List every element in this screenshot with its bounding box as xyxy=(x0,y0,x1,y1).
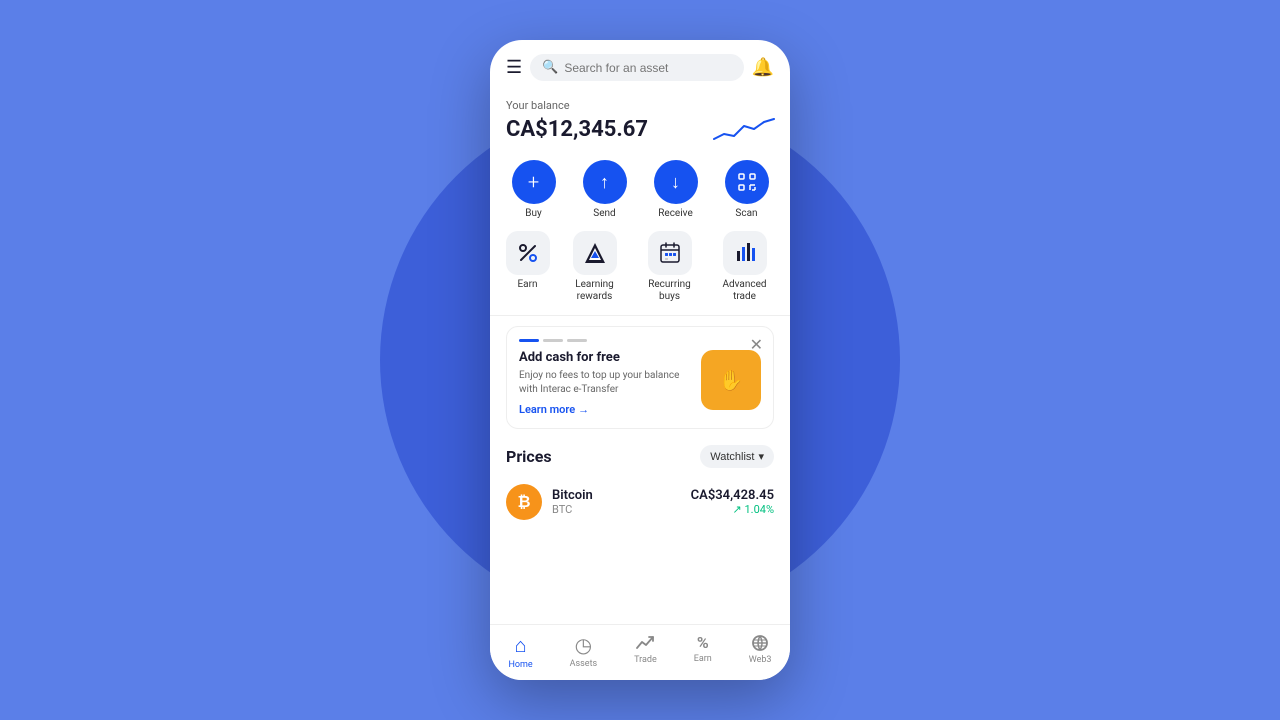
web3-label: Web3 xyxy=(749,655,772,665)
earn-label: Earn xyxy=(517,279,537,291)
assets-label: Assets xyxy=(570,659,598,669)
bitcoin-name: Bitcoin xyxy=(552,488,681,503)
nav-earn[interactable]: % Earn xyxy=(694,633,712,670)
balance-amount: CA$12,345.67 xyxy=(506,117,648,142)
earn-nav-icon: % xyxy=(697,633,709,652)
dot-1 xyxy=(519,339,539,342)
buy-action[interactable]: + Buy xyxy=(512,160,556,219)
bitcoin-price: CA$34,428.45 xyxy=(691,488,774,503)
arrow-icon: → xyxy=(578,403,589,416)
search-bar[interactable]: 🔍 xyxy=(530,54,743,81)
recurring-buys-icon xyxy=(648,231,692,275)
menu-icon[interactable]: ☰ xyxy=(506,57,522,78)
bitcoin-change: ↗ 1.04% xyxy=(691,503,774,516)
recurring-buys-label: Recurring buys xyxy=(640,279,700,303)
learning-rewards-label: Learning rewards xyxy=(565,279,625,303)
search-input[interactable] xyxy=(564,61,731,75)
advanced-trade-icon xyxy=(723,231,767,275)
trade-icon xyxy=(635,633,655,653)
balance-label: Your balance xyxy=(506,99,774,112)
interac-logo: ✋ xyxy=(701,350,761,410)
app-header: ☰ 🔍 🔔 xyxy=(490,40,790,91)
nav-web3[interactable]: Web3 xyxy=(749,633,772,670)
trade-label: Trade xyxy=(634,655,657,665)
home-icon: ⌂ xyxy=(515,633,527,658)
notification-icon[interactable]: 🔔 xyxy=(752,57,774,78)
promo-description: Enjoy no fees to top up your balance wit… xyxy=(519,369,693,397)
nav-assets[interactable]: ◷ Assets xyxy=(570,633,598,670)
advanced-trade-action[interactable]: Advanced trade xyxy=(715,231,775,303)
promo-close-button[interactable]: ✕ xyxy=(750,337,763,353)
scan-action[interactable]: Scan xyxy=(725,160,769,219)
scan-label: Scan xyxy=(735,208,757,219)
buy-label: Buy xyxy=(525,208,541,219)
receive-action[interactable]: ↓ Receive xyxy=(654,160,698,219)
buy-icon: + xyxy=(512,160,556,204)
earn-nav-label: Earn xyxy=(694,654,712,664)
advanced-trade-label: Advanced trade xyxy=(715,279,775,303)
promo-banner: ✕ Add cash for free Enjoy no fees to top… xyxy=(506,326,774,429)
send-label: Send xyxy=(593,208,615,219)
receive-label: Receive xyxy=(658,208,693,219)
prices-section: Prices Watchlist ▾ ₿ Bitcoin BTC CA$34,4… xyxy=(490,435,790,526)
phone-frame: ☰ 🔍 🔔 Your balance CA$12,345.67 + Buy ↑ xyxy=(490,40,790,680)
section-divider xyxy=(490,315,790,316)
learning-rewards-action[interactable]: Learning rewards xyxy=(565,231,625,303)
home-label: Home xyxy=(508,660,532,670)
earn-icon xyxy=(506,231,550,275)
send-icon: ↑ xyxy=(583,160,627,204)
earn-action[interactable]: Earn xyxy=(506,231,550,303)
bottom-navigation: ⌂ Home ◷ Assets Trade % Earn xyxy=(490,624,790,680)
promo-title: Add cash for free xyxy=(519,350,693,365)
assets-icon: ◷ xyxy=(575,633,592,657)
receive-icon: ↓ xyxy=(654,160,698,204)
learning-rewards-icon xyxy=(573,231,617,275)
dot-3 xyxy=(567,339,587,342)
bitcoin-row[interactable]: ₿ Bitcoin BTC CA$34,428.45 ↗ 1.04% xyxy=(506,478,774,526)
search-icon: 🔍 xyxy=(542,60,558,75)
bitcoin-icon: ₿ xyxy=(506,484,542,520)
watchlist-button[interactable]: Watchlist ▾ xyxy=(700,445,774,468)
web3-icon xyxy=(750,633,770,653)
promo-dots xyxy=(519,339,761,342)
bitcoin-symbol: BTC xyxy=(552,503,681,516)
promo-learn-more-link[interactable]: Learn more → xyxy=(519,403,693,416)
send-action[interactable]: ↑ Send xyxy=(583,160,627,219)
recurring-buys-action[interactable]: Recurring buys xyxy=(640,231,700,303)
nav-home[interactable]: ⌂ Home xyxy=(508,633,532,670)
dot-2 xyxy=(543,339,563,342)
chevron-down-icon: ▾ xyxy=(758,450,764,463)
nav-trade[interactable]: Trade xyxy=(634,633,657,670)
more-actions-row: Earn Learning rewards xyxy=(490,227,790,311)
prices-title: Prices xyxy=(506,447,552,466)
scan-icon xyxy=(725,160,769,204)
quick-actions-row: + Buy ↑ Send ↓ Receive xyxy=(490,156,790,227)
balance-section: Your balance CA$12,345.67 xyxy=(490,91,790,156)
balance-chart xyxy=(714,114,774,144)
